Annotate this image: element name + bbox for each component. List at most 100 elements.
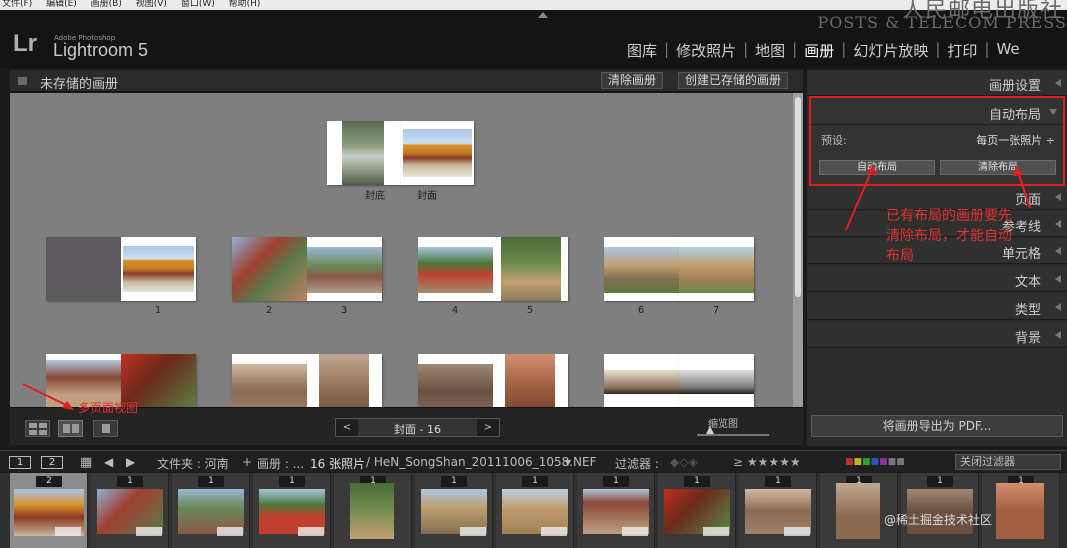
book-icon (18, 77, 27, 85)
file-dropdown-icon[interactable]: ▾ (565, 455, 571, 469)
section-text-label: 文本 (1014, 275, 1041, 290)
menu-book[interactable]: 画册(B) (91, 0, 122, 9)
filter-preset-select[interactable]: 关闭过滤器 (955, 454, 1061, 470)
canvas-scrollbar[interactable] (793, 93, 803, 407)
single-page-view-button[interactable] (93, 420, 118, 437)
page-6[interactable] (604, 237, 679, 301)
zoom-slider-track[interactable] (697, 434, 769, 436)
module-map[interactable]: 地图 (748, 40, 792, 61)
primary-window-button[interactable]: 1 (9, 456, 31, 469)
module-print[interactable]: 打印 (940, 40, 984, 61)
grid-icon[interactable]: ▦ (80, 455, 92, 470)
divider (811, 124, 1063, 125)
back-cover-page[interactable] (327, 121, 401, 185)
page-1[interactable] (121, 237, 196, 301)
book-header: 未存储的画册 清除画册 创建已存储的画册 (10, 70, 803, 92)
filmstrip-thumb[interactable]: 1 (334, 473, 412, 548)
thumb-badges (703, 527, 729, 536)
section-book-settings[interactable]: 画册设置 (807, 70, 1067, 96)
section-text[interactable]: 文本 (807, 266, 1067, 292)
expand-triangle-icon (1055, 220, 1061, 228)
module-web[interactable]: We (989, 40, 1026, 61)
filmstrip-thumb[interactable]: 1 (658, 473, 736, 548)
collapse-top-arrow-icon[interactable] (538, 12, 548, 18)
expand-triangle-icon (1055, 79, 1061, 87)
page-7[interactable] (679, 237, 754, 301)
menu-file[interactable]: 文件(F) (2, 0, 32, 9)
filmstrip-thumb[interactable]: 1 (253, 473, 331, 548)
module-develop[interactable]: 修改照片 (669, 40, 743, 61)
watermark-line2: POSTS & TELECOM PRESS (817, 13, 1067, 32)
flag-icons[interactable]: ◆◇◈ (670, 455, 698, 469)
current-file[interactable]: / HeN_SongShan_20111006_1058.NEF (366, 455, 597, 469)
module-picker: 图库 | 修改照片 | 地图 | 画册 | 幻灯片放映 | 打印 | We (620, 40, 1027, 61)
page-15-photo (679, 370, 754, 394)
thumb-use-count: 1 (441, 476, 467, 487)
page-3[interactable] (307, 237, 382, 301)
page-11-photo (319, 354, 369, 407)
back-cover-label: 封底 (365, 191, 385, 202)
forward-arrow-icon[interactable]: ▶ (126, 455, 135, 469)
front-cover-page[interactable] (401, 121, 474, 185)
page-2[interactable] (232, 237, 307, 301)
module-library[interactable]: 图库 (620, 40, 664, 61)
page-navigator: < 封面 - 16 > (335, 418, 500, 437)
rating-filter-stars[interactable]: ≥ ★★★★★ (733, 455, 801, 469)
thumb-use-count: 1 (603, 476, 629, 487)
filmstrip-thumb[interactable]: 1 (91, 473, 169, 548)
menu-help[interactable]: 帮助(H) (229, 0, 261, 9)
filmstrip-thumb[interactable]: 1 (172, 473, 250, 548)
page-13[interactable] (493, 354, 568, 407)
spread-view-button[interactable] (58, 420, 83, 437)
create-saved-book-button[interactable]: 创建已存储的画册 (678, 72, 789, 89)
filmstrip-thumb[interactable]: 1 (739, 473, 817, 548)
section-type-label: 类型 (1014, 303, 1041, 318)
section-background[interactable]: 背景 (807, 322, 1067, 348)
page-5[interactable] (493, 237, 568, 301)
menu-window[interactable]: 窗口(W) (181, 0, 215, 9)
blank-page[interactable] (46, 237, 121, 301)
menu-view[interactable]: 视图(V) (136, 0, 167, 9)
multi-page-view-button[interactable] (25, 420, 50, 437)
thumb-photo (836, 483, 880, 539)
page-4[interactable] (418, 237, 493, 301)
thumb-badges (298, 527, 324, 536)
filmstrip: 2 1 1 1 1 1 1 1 1 1 1 1 1 @稀土掘金技术社区 (0, 473, 1067, 548)
collapse-triangle-icon[interactable] (1049, 109, 1057, 115)
photo-count: 16 张照片 (310, 457, 366, 471)
page-11[interactable] (307, 354, 382, 407)
section-type[interactable]: 类型 (807, 294, 1067, 320)
filmstrip-thumb[interactable]: 1 (415, 473, 493, 548)
auto-layout-header[interactable]: 自动布局 (989, 104, 1041, 123)
clear-book-button[interactable]: 清除画册 (601, 72, 664, 89)
page-15[interactable] (679, 354, 754, 407)
prev-page-button[interactable]: < (336, 419, 358, 436)
module-slideshow[interactable]: 幻灯片放映 (846, 40, 935, 61)
filmstrip-thumb[interactable]: 2 (10, 473, 88, 548)
zoom-slider-knob[interactable] (706, 426, 714, 434)
preset-label: 预设: (821, 134, 847, 147)
page-14[interactable] (604, 354, 679, 407)
expand-triangle-icon (1055, 303, 1061, 311)
secondary-window-button[interactable]: 2 (41, 456, 63, 469)
page-14-photo (604, 370, 679, 394)
next-page-button[interactable]: > (477, 419, 499, 436)
folder-label[interactable]: 文件夹 : 河南 (157, 455, 229, 472)
module-book[interactable]: 画册 (797, 40, 841, 61)
filmstrip-thumb[interactable]: 1 (577, 473, 655, 548)
album-label[interactable]: 画册 : ... (257, 455, 304, 472)
back-arrow-icon[interactable]: ◀ (104, 455, 113, 469)
preset-select[interactable]: 每页一张照片 ÷ (976, 132, 1055, 148)
annotation-arrows-right (845, 164, 1031, 231)
filmstrip-thumb[interactable]: 1 (982, 473, 1060, 548)
thumb-photo (350, 483, 394, 539)
filmstrip-thumb[interactable]: 1 (496, 473, 574, 548)
export-pdf-button[interactable]: 将画册导出为 PDF... (811, 415, 1063, 437)
page-12[interactable] (418, 354, 493, 407)
menu-edit[interactable]: 编辑(E) (46, 0, 77, 9)
corner-watermark: @稀土掘金技术社区 (884, 513, 993, 527)
left-panel-collapsed[interactable] (0, 70, 10, 446)
color-label-filter[interactable]: ■■■■■■■ (845, 457, 905, 467)
scrollbar-thumb[interactable] (795, 97, 801, 297)
page-10[interactable] (232, 354, 307, 407)
